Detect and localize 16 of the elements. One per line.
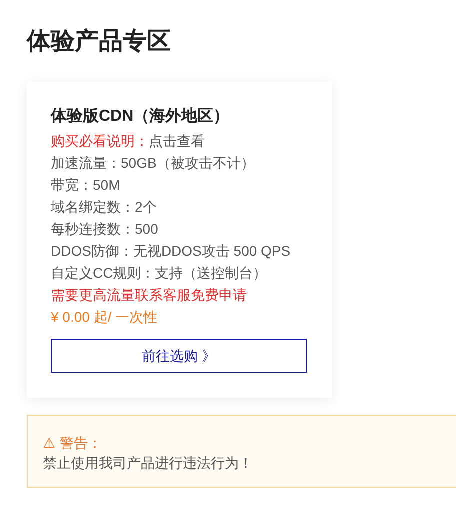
view-link[interactable]: 点击查看 — [149, 130, 205, 152]
warning-message: 禁止使用我司产品进行违法行为！ — [43, 454, 254, 473]
spec-text: 自定义CC规则：支持（送控制台） — [51, 264, 268, 283]
notice-text: 需要更高流量联系客服免费申请 — [51, 286, 248, 305]
spec-text: DDOS防御：无视DDOS攻击 500 QPS — [51, 242, 292, 261]
page-title: 体验产品专区 — [27, 27, 172, 57]
spec-text: 加速流量：50GB（被攻击不计） — [51, 154, 256, 173]
warning-title: 警告： — [60, 434, 102, 453]
notice-label: 购买必看说明： — [51, 132, 149, 150]
buy-button[interactable]: 前往选购 》 — [51, 339, 307, 373]
product-title: 体验版CDN（海外地区） — [51, 106, 231, 127]
spec-text: 域名绑定数：2个 — [51, 198, 158, 217]
spec-text: 每秒连接数：500 — [51, 220, 160, 239]
warning-icon: ⚠ — [43, 433, 56, 453]
price-text: ¥ 0.00 起/ 一次性 — [51, 308, 159, 327]
spec-text: 带宽：50M — [51, 176, 122, 195]
